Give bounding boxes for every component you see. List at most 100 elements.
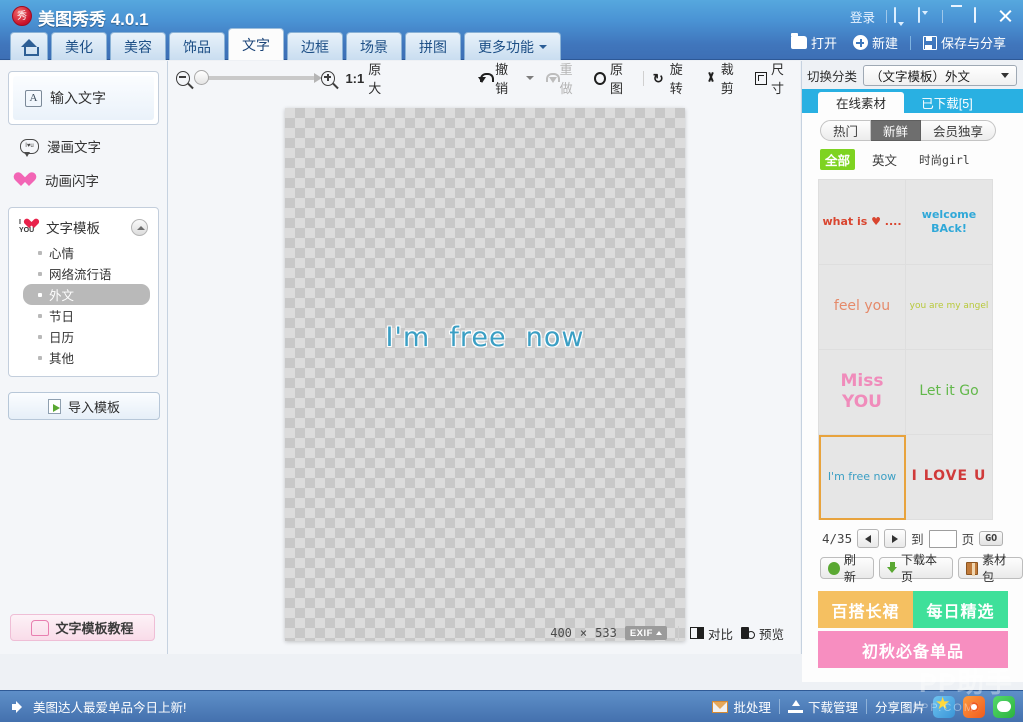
zoom-slider[interactable] (196, 76, 315, 80)
chevron-up-icon (656, 631, 662, 635)
rotate-button[interactable]: ↻ 旋转 (648, 57, 699, 99)
sidebar-item-buzzwords[interactable]: 网络流行语 (23, 263, 150, 284)
size-button[interactable]: 尺寸 (750, 57, 800, 99)
sidebar-item-holiday[interactable]: 节日 (23, 305, 150, 326)
undo-button[interactable]: 撤销 (474, 57, 538, 99)
download-page-button[interactable]: 下载本页 (879, 557, 953, 579)
close-icon[interactable] (998, 8, 1015, 25)
refresh-button[interactable]: 刷新 (820, 557, 874, 579)
tab-collage[interactable]: 拼图 (405, 32, 461, 60)
redo-button[interactable]: 重做 (539, 57, 589, 99)
undo-icon (479, 72, 491, 84)
zoom-slider-handle[interactable] (194, 70, 209, 85)
star-icon[interactable] (933, 696, 955, 718)
thumbnail-item[interactable]: you are my angel (906, 265, 993, 350)
thumbnail-item-selected[interactable]: I'm free now (819, 435, 906, 520)
thumbnail-item[interactable]: Miss YOU (819, 350, 906, 435)
thumbnail-item[interactable]: feel you (819, 265, 906, 350)
sidebar-item-calendar[interactable]: 日历 (23, 326, 150, 347)
tab-beautify[interactable]: 美化 (51, 32, 107, 60)
sidebar-item-mood[interactable]: 心情 (23, 242, 150, 263)
ad-banner-daily[interactable]: 每日精选 (913, 591, 1008, 628)
chevron-left-icon (865, 535, 871, 543)
image-canvas[interactable]: I'm free now (285, 108, 685, 641)
text-template-header[interactable]: IYOU 文字模板 (9, 212, 158, 242)
page-number-input[interactable] (929, 530, 957, 548)
go-button[interactable]: GO (979, 531, 1003, 546)
share-image-button[interactable]: 分享图片 (875, 697, 925, 716)
window-controls: 登录 (846, 4, 1015, 28)
thumbnail-item[interactable]: what is ♥ .... (819, 180, 906, 265)
text-template-tutorial-button[interactable]: 文字模板教程 (10, 614, 155, 641)
import-template-label: 导入模板 (68, 397, 120, 416)
maximize-icon[interactable] (974, 8, 991, 25)
redo-icon (544, 72, 556, 84)
animated-heart-icon (20, 172, 37, 188)
sidebar-item-other[interactable]: 其他 (23, 347, 150, 368)
status-bar: 美图达人最爱单品今日上新! 批处理 下载管理 分享图片 (0, 690, 1023, 722)
sidebar-item-input-text[interactable]: A 输入文字 (13, 76, 154, 120)
segment-vip[interactable]: 会员独享 (921, 120, 996, 141)
sidebar-item-comic-text[interactable]: I♥u 漫画文字 (8, 129, 159, 163)
preview-button[interactable]: 预览 (741, 624, 784, 643)
tab-frame[interactable]: 边框 (287, 32, 343, 60)
tab-scene[interactable]: 场景 (346, 32, 402, 60)
exif-button[interactable]: EXIF (625, 626, 667, 640)
tab-downloaded[interactable]: 已下载[5] (904, 92, 990, 113)
ad-banner-autumn[interactable]: 初秋必备单品 (818, 631, 1008, 668)
category-select[interactable]: （文字模板）外文 (863, 65, 1017, 86)
image-info-bar: 400 × 533 EXIF 对比 预览 (168, 614, 800, 652)
tab-decor[interactable]: 饰品 (169, 32, 225, 60)
original-image-button[interactable]: 原图 (589, 57, 639, 99)
chevron-up-icon[interactable] (131, 219, 148, 236)
marquee-text[interactable]: 美图达人最爱单品今日上新! (33, 697, 186, 716)
wechat-icon[interactable] (993, 696, 1015, 718)
save-share-button[interactable]: 保存与分享 (916, 30, 1013, 55)
chevron-down-icon[interactable] (526, 76, 534, 80)
zoom-in-icon[interactable] (321, 71, 335, 86)
open-label: 打开 (811, 33, 837, 52)
segment-hot[interactable]: 热门 (820, 120, 871, 141)
folder-icon (791, 36, 807, 49)
tab-more[interactable]: 更多功能 (464, 32, 561, 60)
tutorial-label: 文字模板教程 (55, 618, 133, 637)
image-height: 533 (595, 626, 617, 640)
compare-button[interactable]: 对比 (690, 624, 733, 643)
material-pack-button[interactable]: 素材包 (958, 557, 1023, 579)
canvas-text-overlay[interactable]: I'm free now (285, 322, 685, 353)
tab-online-material[interactable]: 在线素材 (818, 92, 904, 113)
tab-text[interactable]: 文字 (228, 28, 284, 60)
chip-fashion-girl[interactable]: 时尚girl (914, 151, 975, 169)
tab-home[interactable] (10, 32, 48, 60)
weibo-icon[interactable] (963, 696, 985, 718)
download-manager-button[interactable]: 下载管理 (788, 697, 858, 716)
sidebar-item-label: 外文 (49, 285, 74, 304)
zoom-out-icon[interactable] (176, 71, 190, 86)
chat-icon[interactable] (894, 8, 911, 25)
speaker-icon[interactable] (12, 701, 26, 713)
batch-process-button[interactable]: 批处理 (712, 697, 771, 716)
import-template-button[interactable]: 导入模板 (8, 392, 160, 420)
prev-page-button[interactable] (857, 529, 879, 548)
dropdown-box-icon[interactable] (918, 8, 935, 25)
login-button[interactable]: 登录 (846, 7, 879, 26)
open-button[interactable]: 打开 (784, 30, 844, 55)
chip-english[interactable]: 英文 (867, 149, 902, 170)
segment-new[interactable]: 新鲜 (871, 120, 921, 141)
crop-button[interactable]: 裁剪 (699, 57, 750, 99)
thumbnail-item[interactable]: welcome BAck! (906, 180, 993, 265)
thumbnail-item[interactable]: Let it Go (906, 350, 993, 435)
next-page-button[interactable] (884, 529, 906, 548)
sidebar-item-animated-text[interactable]: 动画闪字 (8, 163, 159, 197)
new-button[interactable]: 新建 (846, 30, 905, 55)
minimize-icon[interactable] (950, 8, 967, 25)
bullet-icon (38, 251, 42, 255)
tab-retouch[interactable]: 美容 (110, 32, 166, 60)
ad-banner-dress[interactable]: 百搭长裙 (818, 591, 913, 628)
sidebar-item-foreign[interactable]: 外文 (23, 284, 150, 305)
sidebar-item-label: 日历 (49, 327, 74, 346)
thumbnail-item[interactable]: I LOVE U (906, 435, 993, 520)
status-actions: 批处理 下载管理 分享图片 (712, 696, 1023, 718)
chip-all[interactable]: 全部 (820, 149, 855, 170)
plus-circle-icon (853, 35, 868, 50)
